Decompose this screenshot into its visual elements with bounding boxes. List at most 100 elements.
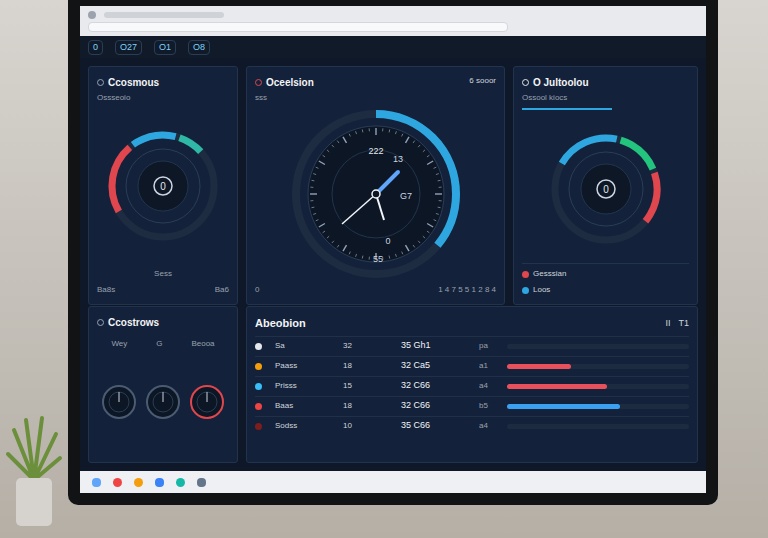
row-bar-track: [507, 404, 689, 409]
panel-badge: 6 sooor: [469, 75, 496, 87]
gauge-center: 0: [603, 184, 609, 195]
gauge-label: Sess: [97, 268, 229, 280]
plant-area: [0, 0, 68, 538]
row-bar-fill: [507, 384, 607, 389]
row-value: 35 C66: [401, 419, 471, 433]
clock-marker: 0: [385, 236, 390, 246]
dial-icon[interactable]: [100, 383, 138, 421]
app-icon[interactable]: [134, 478, 143, 487]
panel-header: CcosmousOssseoio: [97, 75, 229, 104]
panel-subtitle: Ossool kiocs: [522, 92, 689, 104]
row-tick: a4: [479, 420, 499, 432]
office-scene: 0 O27 O1 O8 CcosmousOssseoio 0 SessBa8sBa6 Ocee…: [0, 0, 768, 538]
table-row[interactable]: Prisss 15 32 C66 a4: [255, 376, 689, 396]
table-tool[interactable]: T1: [678, 317, 689, 331]
row-value: 32 Ca5: [401, 359, 471, 373]
app-icon[interactable]: [155, 478, 164, 487]
table-row[interactable]: Sa3235 Gh1pa: [255, 336, 689, 356]
panel-title: Oceelsion: [266, 75, 314, 90]
panel-footer: 01 4 7 5 5 1 2 8 4: [255, 284, 496, 296]
gauge-center: 0: [160, 181, 166, 192]
table-row[interactable]: Sodss1035 C66a4: [255, 416, 689, 436]
row-count: 15: [343, 380, 393, 392]
panel-icon: [522, 79, 529, 86]
dial-icon[interactable]: [188, 383, 226, 421]
row-name: Prisss: [275, 380, 335, 392]
panel-icon: [97, 79, 104, 86]
header-item[interactable]: O8: [188, 40, 210, 55]
header-item[interactable]: O27: [115, 40, 142, 55]
gauge-segment: [104, 127, 222, 245]
row-dot: [255, 403, 262, 410]
app-icon[interactable]: [176, 478, 185, 487]
table-row[interactable]: Paass1832 Ca5a1: [255, 356, 689, 376]
screen: 0 O27 O1 O8 CcosmousOssseoio 0 SessBa8sBa6 Ocee…: [80, 6, 706, 493]
address-bar[interactable]: [88, 22, 508, 32]
title-underline: [522, 108, 612, 110]
row-dot: [255, 363, 262, 370]
row-count: 18: [343, 360, 393, 372]
row-tick: b5: [479, 400, 499, 412]
browser-tab[interactable]: [104, 12, 224, 18]
row-tick: a4: [479, 380, 499, 392]
start-icon[interactable]: [92, 478, 101, 487]
row-dot: [255, 383, 262, 390]
row-dot: [255, 343, 262, 350]
header-item[interactable]: O1: [154, 40, 176, 55]
clock-marker: G7: [399, 191, 411, 201]
panel-header: Oceelsion sss: [255, 75, 314, 104]
ring-gauge: 0: [104, 127, 222, 245]
panel-subtitle: sss: [255, 92, 314, 104]
panel-footer: Ba8sBa6: [97, 280, 229, 296]
clock-dial: 22213G7055: [286, 104, 466, 284]
panel-icon: [255, 79, 262, 86]
row-bar-track: [507, 364, 689, 369]
right-gauge-panel: O JultoolouOssool kiocs0GesssianLoos: [513, 66, 698, 305]
row-count: 18: [343, 400, 393, 412]
controls-panel: Ccostrows WeyGBeooa: [88, 306, 238, 463]
app-icon[interactable]: [113, 478, 122, 487]
row-bar-fill: [507, 404, 620, 409]
row-bar-track: [507, 424, 689, 429]
clock-marker: 13: [392, 154, 402, 164]
tab-icon[interactable]: [88, 11, 96, 19]
row-count: 10: [343, 420, 393, 432]
app-header: 0 O27 O1 O8: [80, 36, 706, 58]
gauge-segment: [104, 127, 222, 245]
legend: GesssianLoos: [522, 263, 689, 296]
row-dot: [255, 423, 262, 430]
gauge-segment: [547, 130, 665, 248]
header-item[interactable]: 0: [88, 40, 103, 55]
row-bar-track: [507, 384, 689, 389]
row-value: 35 Gh1: [401, 339, 471, 353]
table-tool[interactable]: II: [665, 317, 670, 331]
legend-dot: [522, 271, 529, 278]
table-row[interactable]: Baas 18 32 C66 b5: [255, 396, 689, 416]
gauge-segment: [547, 130, 665, 248]
monitor: 0 O27 O1 O8 CcosmousOssseoio 0 SessBa8sBa6 Ocee…: [68, 0, 718, 505]
gauge-segment: [104, 127, 222, 245]
panel-title: Ccostrows: [108, 315, 159, 330]
dial-icon[interactable]: [144, 383, 182, 421]
clock-marker: 55: [372, 254, 382, 264]
table-panel: AbeobionIIT1Sa3235 Gh1paPaass1832 Ca5a1P…: [246, 306, 698, 463]
table-title: Abeobion: [255, 315, 306, 332]
row-tick: pa: [479, 340, 499, 352]
row-tick: a1: [479, 360, 499, 372]
clock-hand: [342, 194, 376, 224]
clock-panel: Oceelsionsss6 sooor22213G705501 4 7 5 5 …: [246, 66, 505, 305]
panel-header: Ccostrows: [97, 315, 229, 330]
control-labels: WeyGBeooa: [97, 338, 229, 350]
panel-subtitle: Ossseoio: [97, 92, 229, 104]
taskbar: [80, 471, 706, 493]
row-name: Baas: [275, 400, 335, 412]
legend-item: Loos: [522, 284, 689, 296]
dials: [97, 350, 229, 454]
row-bar-track: [507, 344, 689, 349]
app-icon[interactable]: [197, 478, 206, 487]
ring-gauge: 0: [547, 130, 665, 248]
bottom-row: CcostrowsWeyGBeooaAbeobionIIT1Sa3235 Gh1…: [88, 306, 698, 463]
table: Sa3235 Gh1paPaass1832 Ca5a1Prisss1532 C6…: [255, 336, 689, 455]
row-value: 32 C66: [401, 379, 471, 393]
row-value: 32 C66: [401, 399, 471, 413]
